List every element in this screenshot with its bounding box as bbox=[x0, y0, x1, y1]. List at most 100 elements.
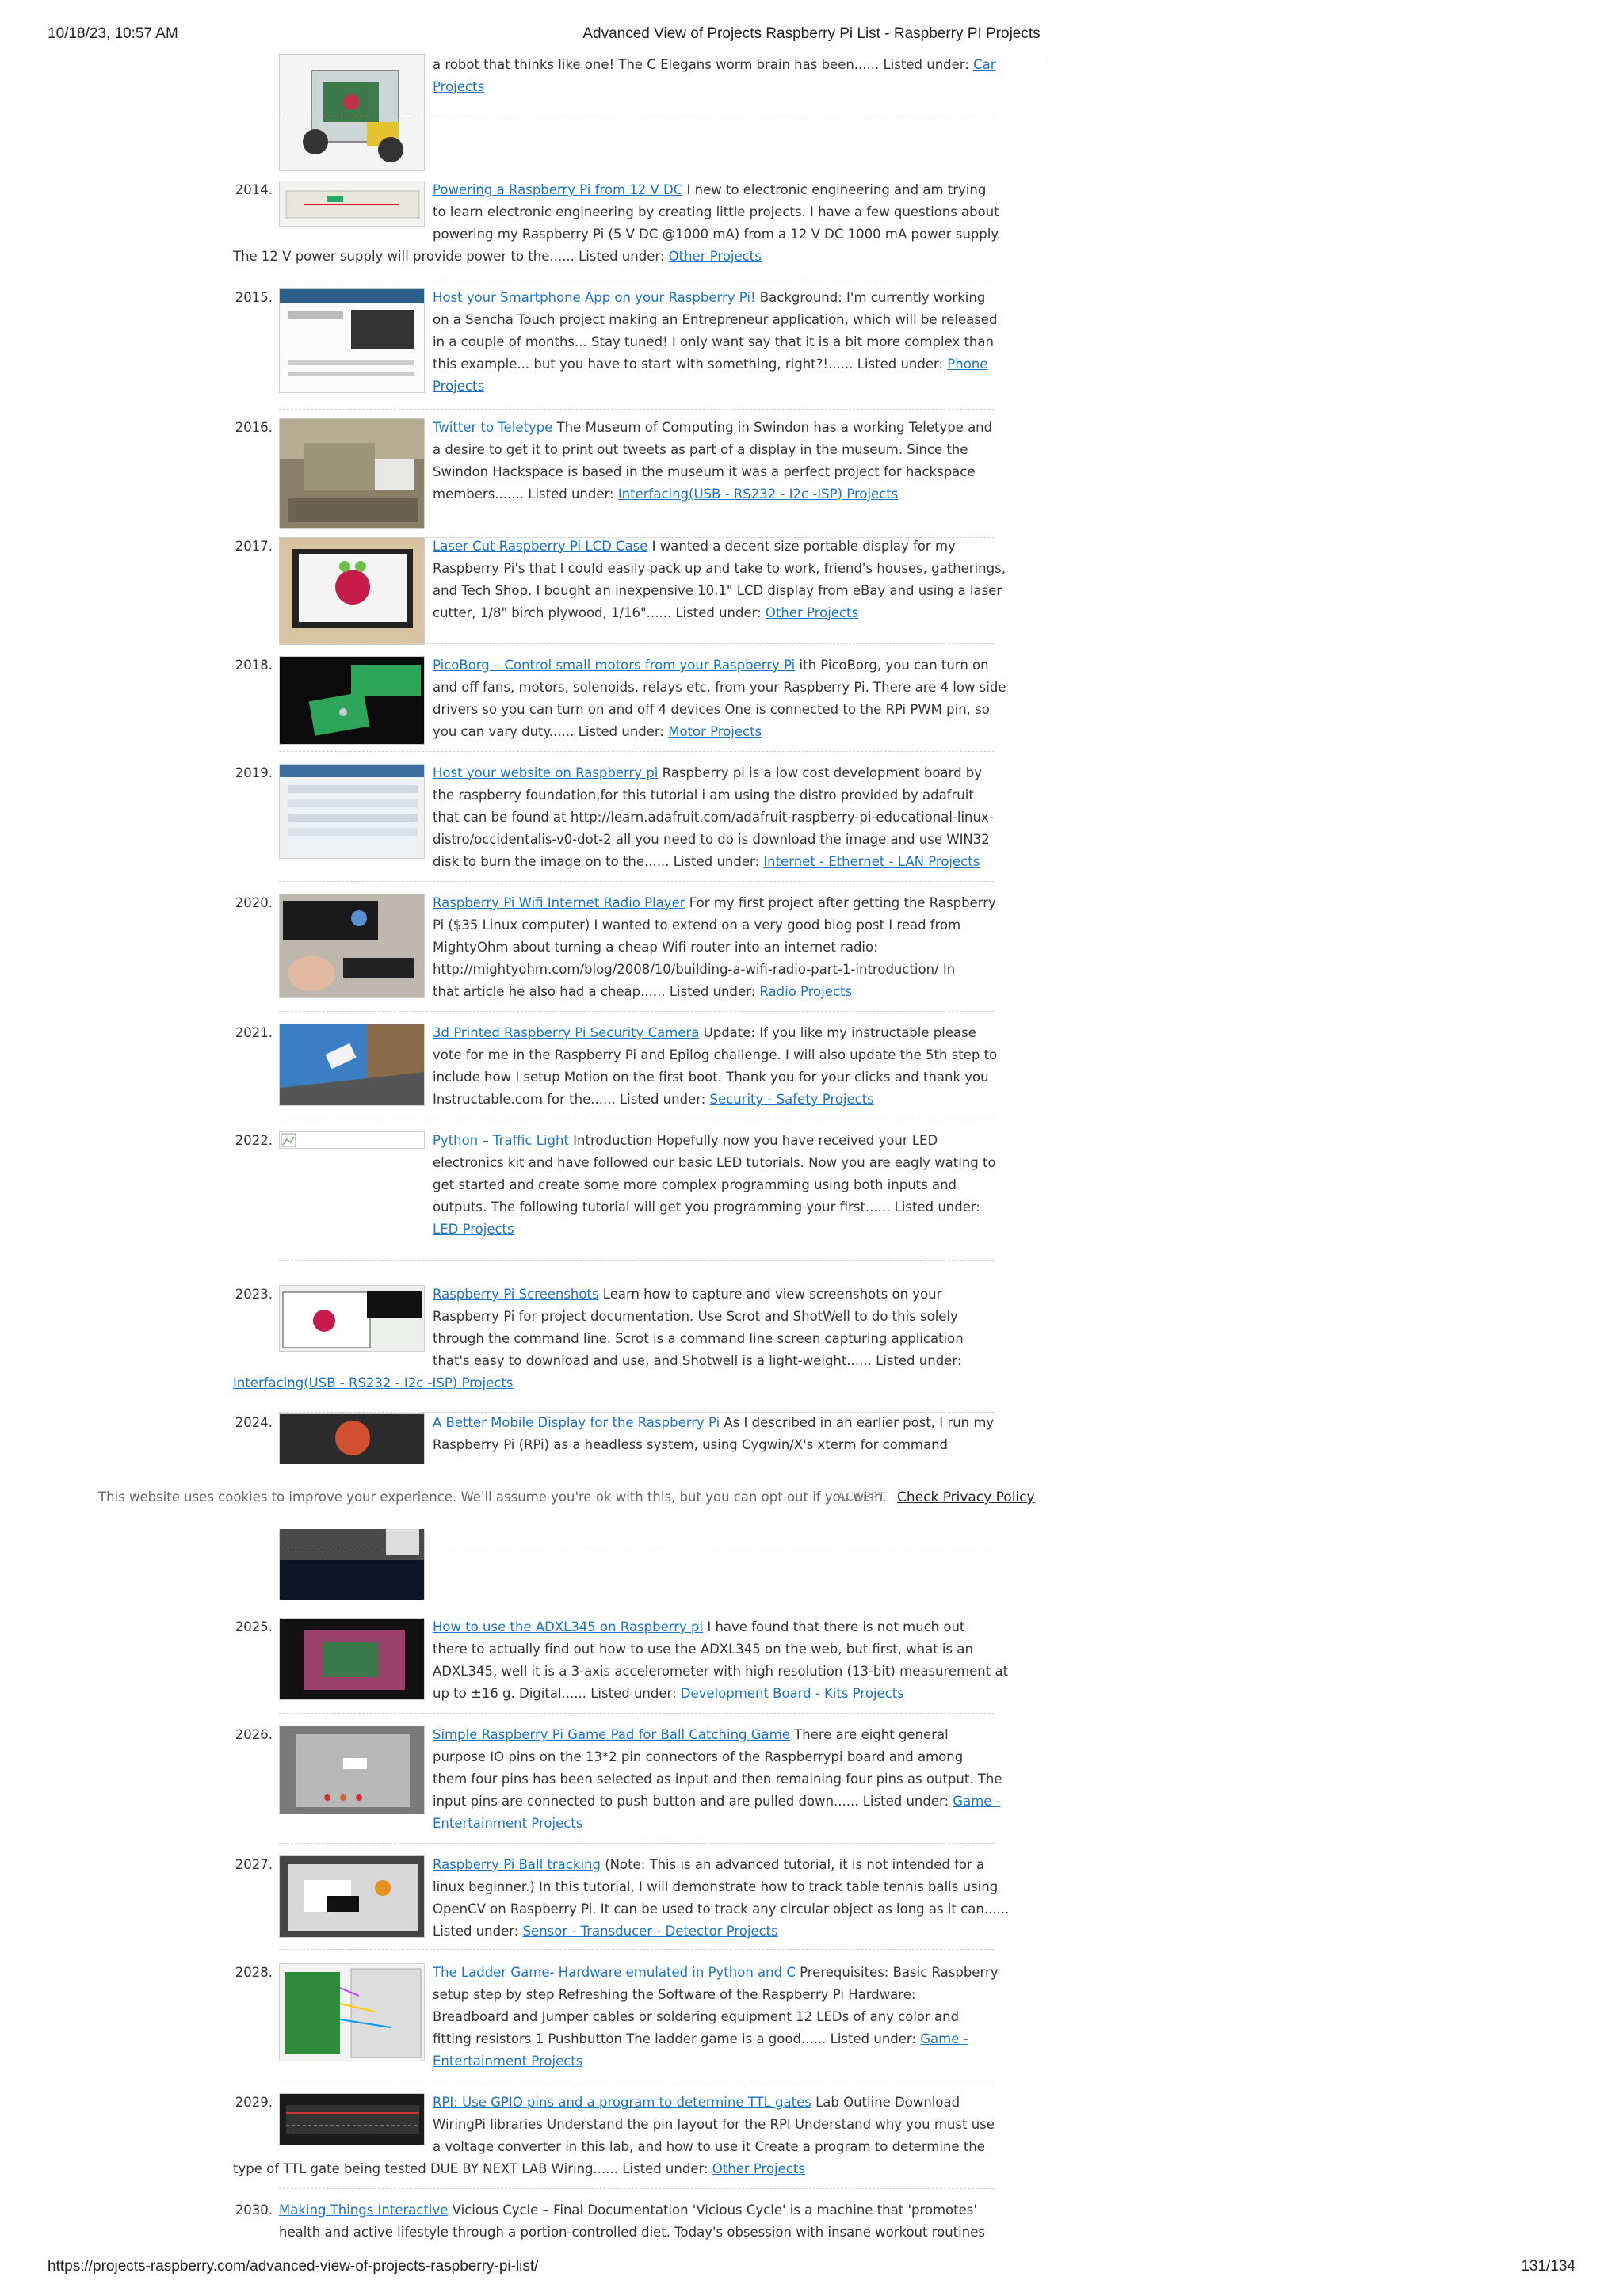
item-number: 2017. bbox=[235, 539, 273, 554]
item-desc: WiringPi libraries Understand the pin la… bbox=[433, 2117, 995, 2132]
website-admin-screenshot-icon bbox=[279, 764, 425, 859]
category-link[interactable]: Motor Projects bbox=[668, 724, 762, 739]
item-desc: a desire to get it to print out tweets a… bbox=[433, 442, 968, 457]
item-text: Raspberry Pi Ball tracking (Note: This i… bbox=[433, 1854, 1009, 1943]
category-link-cont[interactable]: Entertainment Projects bbox=[433, 2054, 582, 2069]
item-desc: Introduction Hopefully now you have rece… bbox=[568, 1133, 938, 1148]
project-link[interactable]: How to use the ADXL345 on Raspberry pi bbox=[433, 1619, 703, 1634]
item-desc: a robot that thinks like one! The C Eleg… bbox=[433, 57, 974, 72]
item-desc: disk to burn the image on to the...... L… bbox=[433, 854, 764, 869]
item-desc: For my first project after getting the R… bbox=[685, 895, 996, 910]
category-link-cont[interactable]: Projects bbox=[433, 79, 484, 94]
item-number: 2029. bbox=[235, 2095, 273, 2110]
item-desc: you can vary duty...... Listed under: bbox=[433, 724, 669, 739]
project-link[interactable]: Raspberry Pi Wifi Internet Radio Player bbox=[433, 895, 685, 910]
project-link[interactable]: Python – Traffic Light bbox=[433, 1133, 569, 1148]
item-desc: outputs. The following tutorial will get… bbox=[433, 1199, 980, 1215]
item-desc: vote for me in the Raspberry Pi and Epil… bbox=[433, 1047, 998, 1062]
item-desc: Swindon Hackspace is based in the museum… bbox=[433, 464, 976, 479]
item-desc: Update: If you like my instructable plea… bbox=[699, 1025, 976, 1040]
project-link[interactable]: 3d Printed Raspberry Pi Security Camera bbox=[433, 1025, 699, 1040]
item-desc: and off fans, motors, solenoids, relays … bbox=[433, 680, 1006, 695]
project-link[interactable]: Laser Cut Raspberry Pi LCD Case bbox=[433, 539, 647, 554]
project-link[interactable]: A Better Mobile Display for the Raspberr… bbox=[433, 1415, 720, 1430]
item-desc: Raspberry pi is a low cost development b… bbox=[658, 765, 983, 780]
project-link[interactable]: Twitter to Teletype bbox=[433, 420, 552, 435]
project-link[interactable]: Making Things Interactive bbox=[279, 2203, 448, 2218]
project-link[interactable]: Host your website on Raspberry pi bbox=[433, 765, 658, 780]
category-link[interactable]: Internet - Ethernet - LAN Projects bbox=[763, 854, 980, 869]
item-desc: I wanted a decent size portable display … bbox=[647, 539, 956, 554]
radio-player-photo-icon bbox=[279, 894, 425, 998]
item-text: Python – Traffic Light Introduction Hope… bbox=[433, 1130, 996, 1241]
project-link[interactable]: Host your Smartphone App on your Raspber… bbox=[433, 290, 756, 305]
category-link[interactable]: Game - bbox=[953, 1794, 1000, 1809]
item-desc: the raspberry foundation,for this tutori… bbox=[433, 788, 974, 803]
category-link[interactable]: Game - bbox=[920, 2031, 968, 2046]
item-text: RPI: Use GPIO pins and a program to dete… bbox=[233, 2092, 995, 2180]
item-desc: Instructable.com for the...... Listed un… bbox=[433, 1092, 710, 1107]
accept-button[interactable]: ACCEPT bbox=[838, 1491, 886, 1504]
cookie-bar: This website uses cookies to improve you… bbox=[0, 1464, 1623, 1529]
category-link[interactable]: Other Projects bbox=[766, 605, 858, 620]
privacy-policy-link[interactable]: Check Privacy Policy bbox=[897, 1489, 1035, 1505]
project-link[interactable]: The Ladder Game- Hardware emulated in Py… bbox=[433, 1965, 796, 1980]
item-text: The Ladder Game- Hardware emulated in Py… bbox=[433, 1962, 999, 2073]
category-link[interactable]: Sensor - Transducer - Detector Projects bbox=[523, 1924, 778, 1939]
category-link[interactable]: Development Board - Kits Projects bbox=[681, 1686, 904, 1701]
print-footer: https://projects-raspberry.com/advanced-… bbox=[48, 2258, 1575, 2282]
category-link[interactable]: Other Projects bbox=[712, 2161, 805, 2176]
project-link[interactable]: PicoBorg – Control small motors from you… bbox=[433, 658, 795, 673]
security-camera-photo-icon bbox=[279, 1024, 425, 1106]
item-desc: drivers so you can turn on and off 4 dev… bbox=[433, 702, 990, 717]
item-desc: ADXL345, well it is a 3-axis acceleromet… bbox=[433, 1664, 1009, 1679]
cookie-message: This website uses cookies to improve you… bbox=[98, 1489, 887, 1505]
item-desc: there to actually find out how to use th… bbox=[433, 1642, 973, 1657]
divider bbox=[279, 1949, 994, 1950]
category-link-cont[interactable]: Projects bbox=[433, 379, 484, 394]
category-link[interactable]: Car bbox=[973, 57, 995, 72]
item-desc: include how I setup Motion on the first … bbox=[433, 1070, 989, 1085]
item-desc: The 12 V power supply will provide power… bbox=[233, 249, 669, 264]
item-desc: I have found that there is not much out bbox=[703, 1619, 965, 1634]
category-link[interactable]: Interfacing(USB - RS232 - I2c -ISP) Proj… bbox=[618, 486, 899, 502]
category-link-cont[interactable]: Entertainment Projects bbox=[433, 1816, 582, 1831]
item-desc: electronics kit and have followed our ba… bbox=[433, 1155, 996, 1170]
item-desc: Vicious Cycle – Final Documentation 'Vic… bbox=[448, 2203, 977, 2218]
item-desc: (Note: This is an advanced tutorial, it … bbox=[600, 1857, 985, 1872]
category-link[interactable]: Phone bbox=[947, 357, 987, 372]
desktop-screenshot-icon bbox=[279, 1285, 425, 1352]
divider bbox=[279, 643, 994, 644]
item-text: A Better Mobile Display for the Raspberr… bbox=[433, 1412, 994, 1456]
item-number: 2018. bbox=[235, 658, 273, 673]
category-link[interactable]: Security - Safety Projects bbox=[710, 1092, 874, 1107]
item-desc: Listed under: bbox=[433, 1924, 523, 1939]
category-link[interactable]: Interfacing(USB - RS232 - I2c -ISP) Proj… bbox=[233, 1375, 514, 1390]
project-link[interactable]: Raspberry Pi Ball tracking bbox=[433, 1857, 601, 1872]
item-desc: a voltage converter in this lab, and how… bbox=[433, 2139, 985, 2154]
item-desc: setup step by step Refreshing the Softwa… bbox=[433, 1987, 916, 2002]
project-link[interactable]: Powering a Raspberry Pi from 12 V DC bbox=[433, 182, 682, 197]
item-text: Host your Smartphone App on your Raspber… bbox=[433, 287, 997, 398]
item-text: 3d Printed Raspberry Pi Security Camera … bbox=[433, 1022, 998, 1111]
item-number: 2023. bbox=[235, 1287, 273, 1302]
project-link[interactable]: Raspberry Pi Screenshots bbox=[433, 1287, 599, 1302]
project-link[interactable]: RPI: Use GPIO pins and a program to dete… bbox=[433, 2095, 812, 2110]
item-desc: distro/occidentalis-v0-dot-2 all you nee… bbox=[433, 832, 990, 847]
item-desc: MightyOhm about turning a cheap Wifi rou… bbox=[433, 940, 878, 955]
item-desc: Raspberry Pi for project documentation. … bbox=[433, 1309, 958, 1324]
item-desc: linux beginner.) In this tutorial, I wil… bbox=[433, 1879, 999, 1894]
item-desc: As I described in an earlier post, I run… bbox=[720, 1415, 995, 1430]
item-number: 2019. bbox=[235, 765, 273, 780]
item-desc: There are eight general bbox=[789, 1727, 949, 1742]
category-link[interactable]: LED Projects bbox=[433, 1222, 514, 1237]
project-link[interactable]: Simple Raspberry Pi Game Pad for Ball Ca… bbox=[433, 1727, 790, 1742]
divider bbox=[279, 881, 994, 882]
category-link[interactable]: Radio Projects bbox=[759, 984, 852, 999]
item-text: Raspberry Pi Wifi Internet Radio Player … bbox=[433, 892, 996, 1003]
item-desc: cutter, 1/8" birch plywood, 1/16"...... … bbox=[433, 605, 766, 620]
broken-image-icon bbox=[279, 1131, 425, 1149]
item-text: Twitter to Teletype The Museum of Comput… bbox=[433, 417, 992, 505]
item-desc: to learn electronic engineering by creat… bbox=[433, 204, 999, 219]
category-link[interactable]: Other Projects bbox=[669, 249, 762, 264]
